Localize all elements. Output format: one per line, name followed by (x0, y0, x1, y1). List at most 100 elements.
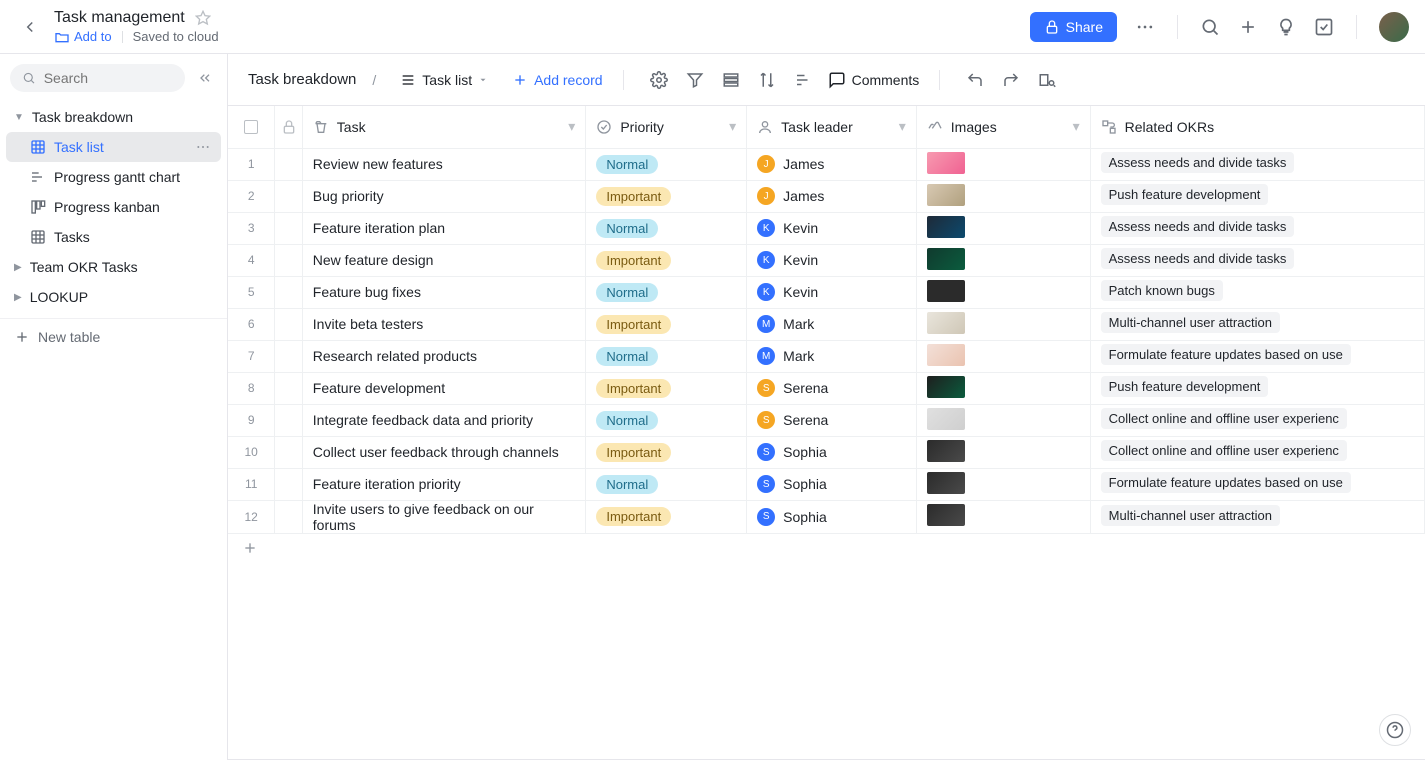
task-cell[interactable]: Bug priority (302, 180, 586, 212)
document-title[interactable]: Task management (54, 9, 185, 27)
images-cell[interactable] (916, 500, 1090, 533)
okr-cell[interactable]: Multi-channel user attraction (1090, 308, 1424, 340)
okr-cell[interactable]: Assess needs and divide tasks (1090, 212, 1424, 244)
task-cell[interactable]: Integrate feedback data and priority (302, 404, 586, 436)
images-cell[interactable] (916, 244, 1090, 276)
header-priority[interactable]: Priority▾ (586, 106, 747, 148)
table-row[interactable]: 9 Integrate feedback data and priority N… (228, 404, 1425, 436)
leader-cell[interactable]: MMark (747, 340, 917, 372)
find-icon[interactable] (1038, 71, 1056, 89)
images-cell[interactable] (916, 180, 1090, 212)
sort-icon[interactable] (758, 71, 776, 89)
more-icon[interactable] (1135, 17, 1155, 37)
priority-cell[interactable]: Normal (586, 212, 747, 244)
settings-icon[interactable] (650, 71, 668, 89)
header-checkbox[interactable] (228, 106, 275, 148)
task-cell[interactable]: Invite beta testers (302, 308, 586, 340)
group-icon[interactable] (722, 71, 740, 89)
table-row[interactable]: 4 New feature design Important KKevin As… (228, 244, 1425, 276)
more-icon[interactable] (195, 139, 211, 155)
okr-cell[interactable]: Formulate feature updates based on use (1090, 468, 1424, 500)
priority-cell[interactable]: Normal (586, 404, 747, 436)
task-cell[interactable]: Feature iteration priority (302, 468, 586, 500)
lightbulb-icon[interactable] (1276, 17, 1296, 37)
task-cell[interactable]: Feature development (302, 372, 586, 404)
chevron-down-icon[interactable]: ▾ (1073, 118, 1080, 135)
search-icon[interactable] (1200, 17, 1220, 37)
header-okr[interactable]: Related OKRs (1090, 106, 1424, 148)
task-cell[interactable]: Invite users to give feedback on our for… (302, 500, 586, 533)
sidebar-section[interactable]: ▶Team OKR Tasks (0, 252, 227, 282)
sidebar-section[interactable]: ▶LOOKUP (0, 282, 227, 312)
header-images[interactable]: Images▾ (916, 106, 1090, 148)
undo-icon[interactable] (966, 71, 984, 89)
okr-cell[interactable]: Push feature development (1090, 180, 1424, 212)
priority-cell[interactable]: Important (586, 308, 747, 340)
help-button[interactable] (1379, 714, 1411, 746)
images-cell[interactable] (916, 340, 1090, 372)
priority-cell[interactable]: Normal (586, 148, 747, 180)
priority-cell[interactable]: Important (586, 372, 747, 404)
priority-cell[interactable]: Normal (586, 468, 747, 500)
images-cell[interactable] (916, 468, 1090, 500)
leader-cell[interactable]: KKevin (747, 244, 917, 276)
plus-icon[interactable] (1238, 17, 1258, 37)
okr-cell[interactable]: Formulate feature updates based on use (1090, 340, 1424, 372)
task-cell[interactable]: Feature bug fixes (302, 276, 586, 308)
leader-cell[interactable]: KKevin (747, 212, 917, 244)
add-record-button[interactable]: Add record (512, 72, 602, 88)
priority-cell[interactable]: Important (586, 180, 747, 212)
sidebar-item-progress-gantt-chart[interactable]: Progress gantt chart (6, 162, 221, 192)
add-row-button[interactable] (228, 534, 1425, 562)
add-to-button[interactable]: Add to (54, 29, 112, 45)
task-cell[interactable]: Collect user feedback through channels (302, 436, 586, 468)
images-cell[interactable] (916, 308, 1090, 340)
sidebar-item-task-list[interactable]: Task list (6, 132, 221, 162)
leader-cell[interactable]: JJames (747, 148, 917, 180)
comments-button[interactable]: Comments (828, 71, 920, 89)
header-task[interactable]: Task▾ (302, 106, 586, 148)
table-row[interactable]: 1 Review new features Normal JJames Asse… (228, 148, 1425, 180)
table-row[interactable]: 5 Feature bug fixes Normal KKevin Patch … (228, 276, 1425, 308)
new-table-button[interactable]: New table (0, 318, 227, 355)
okr-cell[interactable]: Patch known bugs (1090, 276, 1424, 308)
images-cell[interactable] (916, 372, 1090, 404)
table-scroll[interactable]: Task▾ Priority▾ Task leader▾ Images▾ Rel… (228, 106, 1425, 760)
task-cell[interactable]: Feature iteration plan (302, 212, 586, 244)
leader-cell[interactable]: SSerena (747, 372, 917, 404)
priority-cell[interactable]: Normal (586, 340, 747, 372)
images-cell[interactable] (916, 436, 1090, 468)
row-height-icon[interactable] (794, 71, 812, 89)
sidebar-section[interactable]: ▼Task breakdown (0, 102, 227, 132)
view-switcher[interactable]: Task list (392, 68, 496, 92)
leader-cell[interactable]: SSophia (747, 468, 917, 500)
breadcrumb[interactable]: Task breakdown (248, 71, 356, 88)
chevron-down-icon[interactable]: ▾ (568, 118, 575, 135)
task-cell[interactable]: Review new features (302, 148, 586, 180)
leader-cell[interactable]: SSerena (747, 404, 917, 436)
user-avatar[interactable] (1379, 12, 1409, 42)
task-cell[interactable]: New feature design (302, 244, 586, 276)
priority-cell[interactable]: Important (586, 436, 747, 468)
okr-cell[interactable]: Push feature development (1090, 372, 1424, 404)
priority-cell[interactable]: Important (586, 244, 747, 276)
header-leader[interactable]: Task leader▾ (747, 106, 917, 148)
images-cell[interactable] (916, 212, 1090, 244)
okr-cell[interactable]: Assess needs and divide tasks (1090, 244, 1424, 276)
leader-cell[interactable]: JJames (747, 180, 917, 212)
table-row[interactable]: 6 Invite beta testers Important MMark Mu… (228, 308, 1425, 340)
okr-cell[interactable]: Collect online and offline user experien… (1090, 436, 1424, 468)
filter-icon[interactable] (686, 71, 704, 89)
table-row[interactable]: 3 Feature iteration plan Normal KKevin A… (228, 212, 1425, 244)
table-row[interactable]: 8 Feature development Important SSerena … (228, 372, 1425, 404)
share-button[interactable]: Share (1030, 12, 1117, 42)
leader-cell[interactable]: MMark (747, 308, 917, 340)
okr-cell[interactable]: Collect online and offline user experien… (1090, 404, 1424, 436)
search-box[interactable] (10, 64, 185, 92)
search-input[interactable] (44, 70, 173, 86)
priority-cell[interactable]: Important (586, 500, 747, 533)
table-row[interactable]: 7 Research related products Normal MMark… (228, 340, 1425, 372)
priority-cell[interactable]: Normal (586, 276, 747, 308)
table-row[interactable]: 10 Collect user feedback through channel… (228, 436, 1425, 468)
chevron-down-icon[interactable]: ▾ (729, 118, 736, 135)
